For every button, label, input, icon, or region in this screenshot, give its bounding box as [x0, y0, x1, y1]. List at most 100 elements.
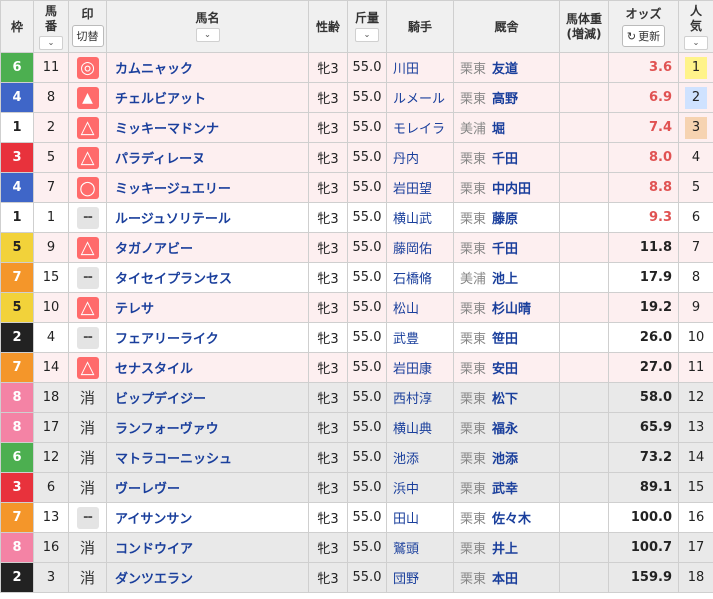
horse-name-link[interactable]: ルージュソリテール [115, 212, 231, 227]
horse-name-link[interactable]: ランフォーヴァウ [115, 422, 219, 437]
horse-name-link[interactable]: パラディレーヌ [115, 152, 205, 167]
table-row[interactable]: 8 17 消 ランフォーヴァウ 牝3 55.0 横山典 栗東 福永 65.9 13 [0, 412, 713, 443]
table-row[interactable]: 1 1 -- ルージュソリテール 牝3 55.0 横山武 栗東 藤原 9.3 6 [0, 202, 713, 233]
trainer-link[interactable]: 藤原 [492, 212, 518, 227]
trainer-link[interactable]: 千田 [492, 242, 518, 257]
table-row[interactable]: 5 10 △ テレサ 牝3 55.0 松山 栗東 杉山晴 19.2 9 [0, 292, 713, 323]
mark-kesu-icon[interactable]: 消 [77, 417, 99, 439]
trainer-link[interactable]: 安田 [492, 362, 518, 377]
trainer-link[interactable]: 笹田 [492, 332, 518, 347]
trainer-link[interactable]: 佐々木 [492, 512, 531, 527]
jockey-link[interactable]: 西村淳 [393, 392, 432, 407]
mark-dash-icon[interactable]: -- [76, 266, 99, 289]
mark-tri-icon[interactable]: △ [76, 236, 99, 259]
jockey-link[interactable]: 岩田康 [393, 362, 432, 377]
mark-kesu-icon[interactable]: 消 [77, 567, 99, 589]
mark-kesu-icon[interactable]: 消 [77, 447, 99, 469]
trainer-link[interactable]: 武幸 [492, 482, 518, 497]
mark-tri-fill-icon[interactable]: ▲ [76, 86, 99, 109]
jockey-link[interactable]: モレイラ [393, 122, 445, 137]
mark-circ-icon[interactable]: ○ [76, 176, 99, 199]
jockey-link[interactable]: 岩田望 [393, 182, 432, 197]
table-row[interactable]: 8 18 消 ビップデイジー 牝3 55.0 西村淳 栗東 松下 58.0 12 [0, 382, 713, 413]
jockey-link[interactable]: 横山典 [393, 422, 432, 437]
mark-tri-icon[interactable]: △ [76, 296, 99, 319]
horse-name-link[interactable]: ヴーレヴー [115, 482, 180, 497]
mark-tri-icon[interactable]: △ [76, 146, 99, 169]
table-row[interactable]: 3 5 △ パラディレーヌ 牝3 55.0 丹内 栗東 千田 8.0 4 [0, 142, 713, 173]
table-row[interactable]: 2 4 -- フェアリーライク 牝3 55.0 武豊 栗東 笹田 26.0 10 [0, 322, 713, 353]
horse-name-link[interactable]: テレサ [115, 302, 154, 317]
mark-tri-icon[interactable]: △ [76, 116, 99, 139]
trainer-link[interactable]: 堀 [492, 122, 505, 137]
table-row[interactable]: 7 15 -- タイセイプランセス 牝3 55.0 石橋脩 美浦 池上 17.9 8 [0, 262, 713, 293]
jockey-link[interactable]: 田山 [393, 512, 419, 527]
header-pop[interactable]: 人 気 ⌄ [678, 0, 713, 53]
jockey-link[interactable]: 池添 [393, 452, 419, 467]
horse-name-link[interactable]: コンドウイア [115, 542, 193, 557]
jockey-link[interactable]: 鷲頭 [393, 542, 419, 557]
jockey-link[interactable]: 横山武 [393, 212, 432, 227]
header-uma[interactable]: 馬 番 ⌄ [33, 0, 69, 53]
trainer-link[interactable]: 松下 [492, 392, 518, 407]
trainer-link[interactable]: 杉山晴 [492, 302, 531, 317]
header-kinryo[interactable]: 斤量 ⌄ [347, 0, 387, 53]
trainer-link[interactable]: 千田 [492, 152, 518, 167]
jockey-link[interactable]: 藤岡佑 [393, 242, 432, 257]
table-row[interactable]: 8 16 消 コンドウイア 牝3 55.0 鷲頭 栗東 井上 100.7 17 [0, 532, 713, 563]
mark-dbl-icon[interactable]: ◎ [76, 56, 99, 79]
table-row[interactable]: 2 3 消 ダンツエラン 牝3 55.0 団野 栗東 本田 159.9 18 [0, 562, 713, 593]
horse-name-link[interactable]: チェルビアット [115, 92, 206, 107]
horse-name-link[interactable]: ミッキーマドンナ [115, 122, 219, 137]
mark-kesu-icon[interactable]: 消 [77, 387, 99, 409]
table-row[interactable]: 1 2 △ ミッキーマドンナ 牝3 55.0 モレイラ 美浦堀 7.4 3 [0, 112, 713, 143]
horse-name-link[interactable]: ビップデイジー [115, 392, 206, 407]
horse-name-link[interactable]: タイセイプランセス [115, 272, 232, 287]
mark-dash-icon[interactable]: -- [76, 206, 99, 229]
mark-dash-icon[interactable]: -- [76, 326, 99, 349]
mark-kesu-icon[interactable]: 消 [77, 537, 99, 559]
table-row[interactable]: 3 6 消 ヴーレヴー 牝3 55.0 浜中 栗東 武幸 89.1 15 [0, 472, 713, 503]
table-row[interactable]: 7 13 -- アイサンサン 牝3 55.0 田山 栗東 佐々木 100.0 16 [0, 502, 713, 533]
horse-name-link[interactable]: フェアリーライク [115, 332, 219, 347]
table-row[interactable]: 4 8 ▲ チェルビアット 牝3 55.0 ルメール 栗東 高野 6.9 2 [0, 82, 713, 113]
table-row[interactable]: 4 7 ○ ミッキージュエリー 牝3 55.0 岩田望 栗東 中内田 8.8 5 [0, 172, 713, 203]
sort-kinryo-chevron-icon[interactable]: ⌄ [355, 28, 379, 42]
jockey-link[interactable]: 丹内 [393, 152, 419, 167]
horse-name-link[interactable]: ダンツエラン [115, 572, 193, 587]
table-row[interactable]: 5 9 △ タガノアビー 牝3 55.0 藤岡佑 栗東 千田 11.8 7 [0, 232, 713, 263]
horse-name-link[interactable]: ミッキージュエリー [115, 182, 231, 197]
trainer-link[interactable]: 本田 [492, 572, 518, 587]
table-row[interactable]: 6 12 消マトラコーニッシュ 牝3 55.0 池添 栗東 池添 73.2 14 [0, 442, 713, 473]
horse-name-link[interactable]: タガノアビー [115, 242, 193, 257]
trainer-link[interactable]: 池上 [492, 272, 518, 287]
sort-uma-chevron-icon[interactable]: ⌄ [39, 35, 63, 50]
table-row[interactable]: 7 14 △ セナスタイル 牝3 55.0 岩田康 栗東 安田 27.0 11 [0, 352, 713, 383]
sort-pop-chevron-icon[interactable]: ⌄ [684, 35, 708, 50]
jockey-link[interactable]: 武豊 [393, 332, 419, 347]
trainer-link[interactable]: 井上 [492, 542, 518, 557]
mark-kesu-icon[interactable]: 消 [77, 477, 99, 499]
sort-horse-chevron-icon[interactable]: ⌄ [195, 28, 220, 42]
jockey-link[interactable]: 浜中 [393, 482, 419, 497]
trainer-link[interactable]: 中内田 [492, 182, 531, 197]
mark-toggle-button[interactable]: 切替 [71, 24, 104, 47]
jockey-link[interactable]: 石橋脩 [393, 272, 432, 287]
trainer-link[interactable]: 友道 [492, 62, 518, 77]
jockey-link[interactable]: 川田 [393, 62, 419, 77]
trainer-link[interactable]: 高野 [492, 92, 518, 107]
refresh-odds-button[interactable]: ↻ 更新 [621, 24, 666, 47]
horse-name-link[interactable]: アイサンサン [115, 512, 192, 527]
mark-dash-icon[interactable]: -- [76, 506, 99, 529]
jockey-link[interactable]: 団野 [393, 572, 419, 587]
header-horse[interactable]: 馬名 ⌄ [106, 0, 309, 53]
horse-name-link[interactable]: セナスタイル [115, 362, 193, 377]
horse-name-link[interactable]: カムニャック [115, 62, 193, 77]
horse-name-link[interactable]: マトラコーニッシュ [115, 452, 232, 467]
mark-tri-icon[interactable]: △ [76, 356, 99, 379]
trainer-link[interactable]: 福永 [492, 422, 518, 437]
jockey-link[interactable]: ルメール [393, 92, 445, 107]
table-row[interactable]: 6 11 ◎ カムニャック 牝3 55.0 川田 栗東 友道 3.6 1 [0, 52, 713, 83]
jockey-link[interactable]: 松山 [393, 302, 419, 317]
trainer-link[interactable]: 池添 [492, 452, 518, 467]
